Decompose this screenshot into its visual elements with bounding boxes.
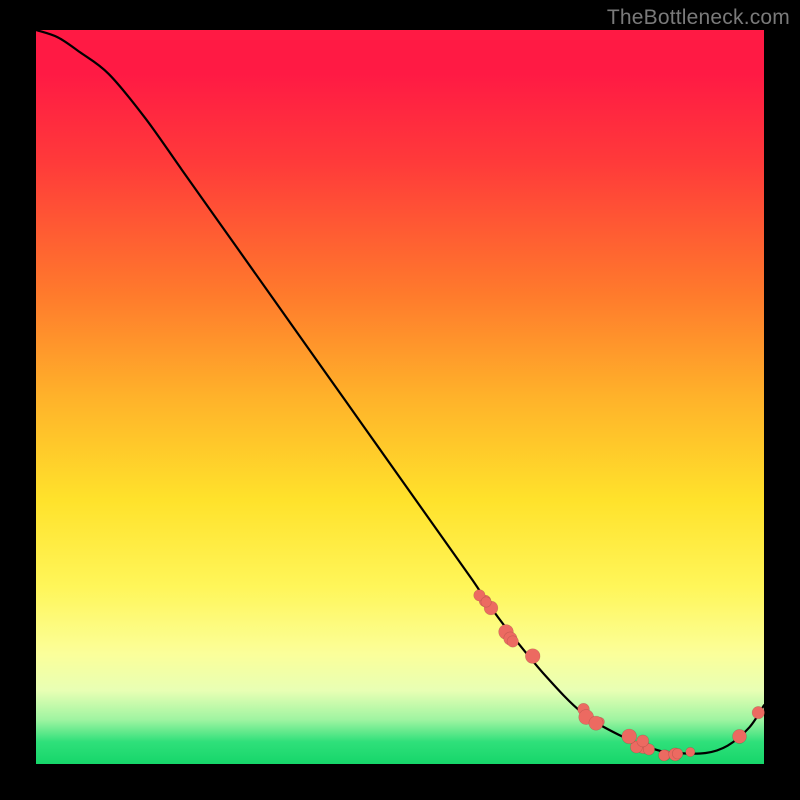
- marker-dot: [659, 750, 670, 761]
- marker-dot: [507, 636, 518, 647]
- marker-dot: [686, 747, 695, 756]
- bottleneck-curve-line: [36, 30, 764, 754]
- marker-dot: [481, 597, 491, 607]
- marker-dot: [637, 735, 649, 747]
- marker-dot: [733, 729, 747, 743]
- marker-dot: [589, 716, 603, 730]
- watermark-text: TheBottleneck.com: [607, 6, 790, 30]
- chart-panel: [36, 30, 764, 764]
- marker-dot: [525, 649, 540, 664]
- marker-dot: [672, 748, 683, 759]
- chart-svg: [36, 30, 764, 764]
- marker-dot: [622, 729, 637, 744]
- marker-dot: [752, 706, 764, 718]
